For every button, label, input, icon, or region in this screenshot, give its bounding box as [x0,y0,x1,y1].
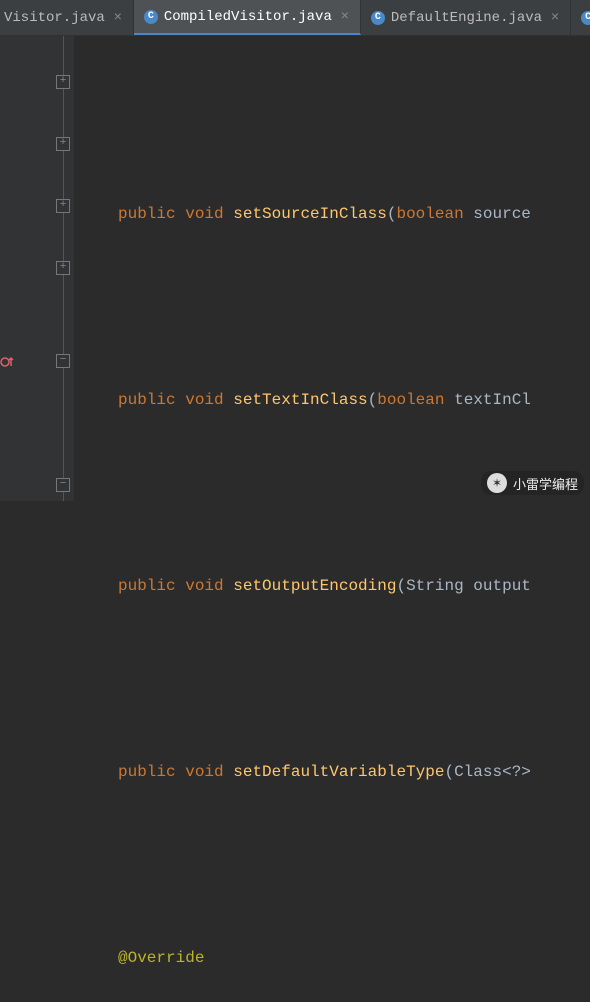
tab-mixed[interactable]: C Mixed [571,0,590,35]
code-line: public void setSourceInClass(boolean sou… [74,199,590,230]
class-icon: C [581,11,590,25]
class-icon: C [144,10,158,24]
close-icon[interactable]: × [111,10,125,26]
code-line: public void setOutputEncoding(String out… [74,571,590,602]
fold-expand-icon[interactable]: + [56,75,70,89]
code-line: public void setDefaultVariableType(Class… [74,757,590,788]
code-line: public void setTextInClass(boolean textI… [74,385,590,416]
fold-expand-icon[interactable]: + [56,137,70,151]
close-icon[interactable]: × [548,10,562,26]
watermark: ✶ 小雷学编程 [481,471,584,495]
gutter: + + + + − − [0,36,74,501]
tab-compiledvisitor[interactable]: C CompiledVisitor.java × [134,0,361,35]
editor-area: + + + + − − public void setSourceInClass… [0,36,590,501]
editor-tabs: Visitor.java × C CompiledVisitor.java × … [0,0,590,36]
fold-collapse-icon[interactable]: − [56,354,70,368]
tab-label: DefaultEngine.java [391,10,542,26]
code-content[interactable]: public void setSourceInClass(boolean sou… [74,36,590,501]
fold-collapse-icon[interactable]: − [56,478,70,492]
watermark-text: 小雷学编程 [513,474,578,493]
fold-expand-icon[interactable]: + [56,199,70,213]
class-icon: C [371,11,385,25]
code-line: @Override [74,943,590,974]
fold-expand-icon[interactable]: + [56,261,70,275]
override-up-icon[interactable] [0,354,16,370]
watermark-icon: ✶ [487,473,507,493]
tab-defaultengine[interactable]: C DefaultEngine.java × [361,0,571,35]
tab-label: CompiledVisitor.java [164,9,332,25]
close-icon[interactable]: × [338,9,352,25]
tab-visitor[interactable]: Visitor.java × [0,0,134,35]
tab-label: Visitor.java [4,10,105,26]
